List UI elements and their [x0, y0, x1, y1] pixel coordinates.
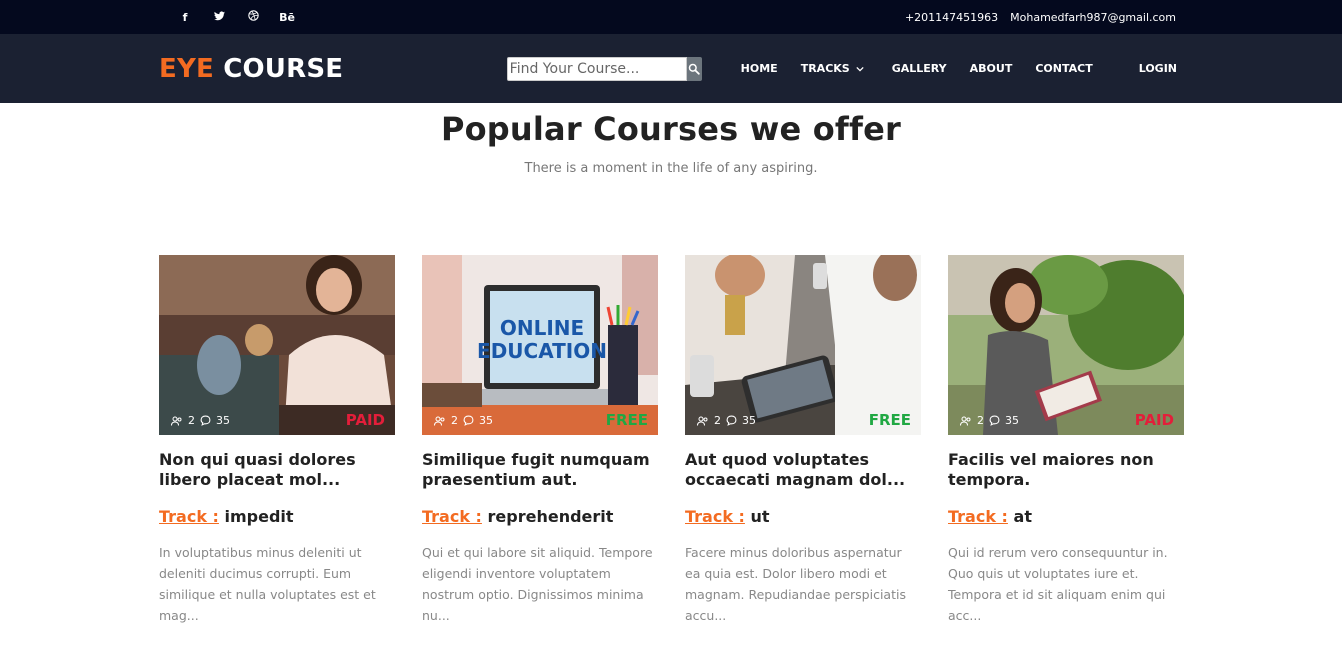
section-title: Popular Courses we offer	[440, 110, 902, 148]
laptop-screen-line1: ONLINE	[500, 316, 584, 340]
site-logo[interactable]: EYE COURSE	[159, 54, 343, 84]
comment-icon	[989, 415, 1000, 426]
track-label[interactable]: Track :	[685, 507, 745, 526]
social-links: f Bē	[168, 10, 304, 24]
comment-icon	[726, 415, 737, 426]
course-image-student-outdoors	[159, 255, 395, 435]
course-track: Track : reprehenderit	[422, 507, 658, 526]
nav-menu: HOME TRACKS GALLERY ABOUT CONTACT LOGIN	[718, 62, 1177, 75]
comments-count: 35	[1005, 414, 1019, 427]
nav-about[interactable]: ABOUT	[970, 62, 1013, 75]
course-image-cafe-tablet	[685, 255, 921, 435]
course-title[interactable]: Facilis vel maiores non tempora.	[948, 450, 1184, 490]
chevron-down-icon	[856, 66, 864, 72]
dribbble-icon[interactable]	[236, 10, 270, 24]
course-track: Track : impedit	[159, 507, 395, 526]
course-track: Track : ut	[685, 507, 921, 526]
course-title[interactable]: Non qui quasi dolores libero placeat mol…	[159, 450, 395, 490]
laptop-screen-line2: EDUCATION	[477, 339, 607, 363]
nav-right: HOME TRACKS GALLERY ABOUT CONTACT LOGIN	[506, 56, 1177, 81]
nav-gallery[interactable]: GALLERY	[892, 62, 947, 75]
search-input[interactable]	[506, 56, 687, 81]
track-value: at	[1013, 507, 1032, 526]
track-label[interactable]: Track :	[159, 507, 219, 526]
twitter-icon[interactable]	[202, 10, 236, 24]
nav-contact[interactable]: CONTACT	[1035, 62, 1092, 75]
price-badge: FREE	[868, 411, 911, 429]
comment-icon	[200, 415, 211, 426]
course-card[interactable]: ONLINE EDUCATION 2 35 FREE Similique fug…	[422, 255, 658, 626]
facebook-icon[interactable]: f	[168, 11, 202, 24]
comments-count: 35	[479, 414, 493, 427]
course-stats: 2 35	[697, 414, 756, 427]
comments-count: 35	[742, 414, 756, 427]
nav-tracks[interactable]: TRACKS	[801, 62, 864, 75]
nav-tracks-label: TRACKS	[800, 62, 850, 75]
section-heading: Popular Courses we offer There is a mome…	[0, 110, 1342, 176]
users-count: 2	[977, 414, 984, 427]
phone-number[interactable]: +201147451963	[905, 11, 998, 24]
course-thumbnail[interactable]: 2 35 PAID	[948, 255, 1184, 435]
course-card[interactable]: 2 35 PAID Facilis vel maiores non tempor…	[948, 255, 1184, 626]
course-list: 2 35 PAID Non qui quasi dolores libero p…	[159, 255, 1184, 626]
course-thumbnail[interactable]: 2 35 FREE	[685, 255, 921, 435]
nav-home[interactable]: HOME	[741, 62, 778, 75]
logo-course: COURSE	[223, 53, 344, 84]
users-count: 2	[188, 414, 195, 427]
email-address[interactable]: Mohamedfarh987@gmail.com	[1010, 11, 1176, 24]
logo-eye: EYE	[159, 53, 214, 84]
course-card[interactable]: 2 35 FREE Aut quod voluptates occaecati …	[685, 255, 921, 626]
course-thumbnail[interactable]: ONLINE EDUCATION 2 35 FREE	[422, 255, 658, 435]
course-title[interactable]: Aut quod voluptates occaecati magnam dol…	[685, 450, 921, 490]
price-badge: PAID	[1134, 411, 1174, 429]
track-value: impedit	[224, 507, 294, 526]
course-description: Qui id rerum vero consequuntur in. Quo q…	[948, 545, 1168, 623]
users-icon	[697, 416, 709, 426]
users-icon	[434, 416, 446, 426]
course-stats: 2 35	[960, 414, 1019, 427]
course-card[interactable]: 2 35 PAID Non qui quasi dolores libero p…	[159, 255, 395, 626]
course-image-student-park	[948, 255, 1184, 435]
search-form	[506, 56, 702, 81]
section-subtitle: There is a moment in the life of any asp…	[524, 161, 818, 176]
track-label[interactable]: Track :	[948, 507, 1008, 526]
top-bar: f Bē +201147451963 Mohamedfarh987@gmail.…	[0, 0, 1342, 34]
course-stats: 2 35	[171, 414, 230, 427]
course-description: Qui et qui labore sit aliquid. Tempore e…	[422, 545, 653, 623]
track-value: ut	[750, 507, 770, 526]
course-track: Track : at	[948, 507, 1184, 526]
search-button[interactable]	[686, 56, 702, 81]
price-badge: PAID	[345, 411, 385, 429]
course-description: Facere minus doloribus aspernatur ea qui…	[685, 545, 906, 623]
contact-info: +201147451963 Mohamedfarh987@gmail.com	[905, 11, 1176, 24]
course-title[interactable]: Similique fugit numquam praesentium aut.	[422, 450, 658, 490]
users-icon	[171, 416, 183, 426]
course-description: In voluptatibus minus deleniti ut deleni…	[159, 545, 376, 623]
comments-count: 35	[216, 414, 230, 427]
users-count: 2	[714, 414, 721, 427]
course-thumbnail[interactable]: 2 35 PAID	[159, 255, 395, 435]
track-label[interactable]: Track :	[422, 507, 482, 526]
main-navbar: EYE COURSE HOME TRACKS GALLERY ABOUT CON…	[0, 34, 1342, 103]
nav-login[interactable]: LOGIN	[1139, 62, 1177, 75]
track-value: reprehenderit	[487, 507, 614, 526]
search-icon	[688, 63, 700, 75]
price-badge: FREE	[605, 411, 648, 429]
users-count: 2	[451, 414, 458, 427]
course-image-online-education: ONLINE EDUCATION	[422, 255, 658, 435]
comment-icon	[463, 415, 474, 426]
users-icon	[960, 416, 972, 426]
course-stats: 2 35	[434, 414, 493, 427]
behance-icon[interactable]: Bē	[270, 11, 304, 24]
